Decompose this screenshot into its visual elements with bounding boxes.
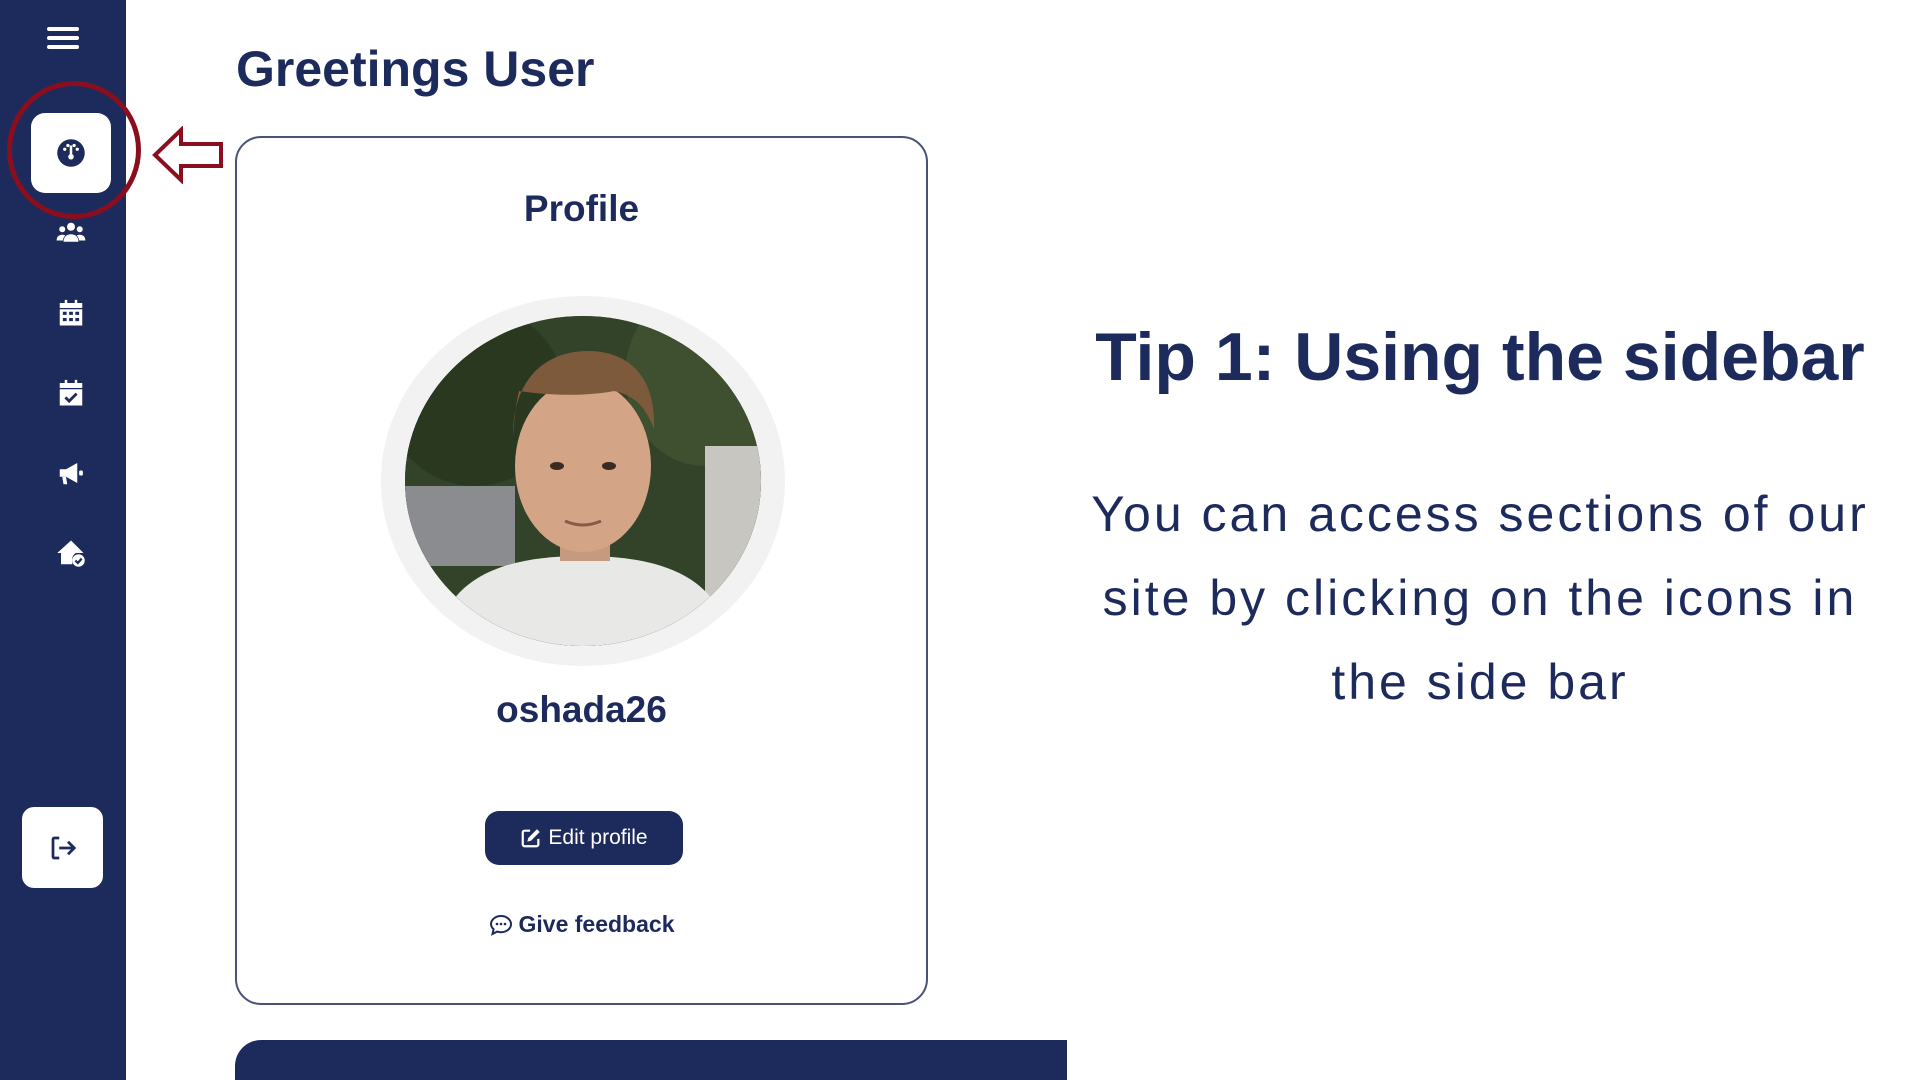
give-feedback-label: Give feedback — [518, 911, 675, 937]
tip-body: You can access sections of our site by c… — [1091, 486, 1869, 710]
edit-profile-label: Edit profile — [548, 826, 648, 849]
bottom-panel — [235, 1040, 1067, 1080]
give-feedback-link[interactable]: Give feedback — [237, 911, 926, 938]
highlight-circle — [7, 81, 141, 219]
username: oshada26 — [496, 689, 667, 730]
sidebar-item-announcements[interactable] — [31, 433, 111, 513]
calendar-icon — [59, 299, 83, 326]
profile-title: Profile — [523, 188, 640, 229]
sidebar-item-housing[interactable] — [31, 513, 111, 593]
chat-bubble-icon — [489, 914, 512, 936]
tip-title: Tip 1: Using the sidebar — [1095, 319, 1865, 395]
house-check-icon — [57, 540, 85, 567]
edit-profile-button[interactable]: Edit profile — [485, 811, 683, 865]
hamburger-menu-icon[interactable] — [47, 24, 79, 54]
sidebar-item-calendar-check[interactable] — [31, 353, 111, 433]
users-icon — [56, 222, 86, 242]
logout-icon — [51, 836, 76, 859]
page-title: Greetings User — [236, 41, 595, 97]
pointer-arrow-icon — [152, 126, 223, 184]
edit-icon — [522, 829, 541, 848]
sidebar-item-calendar[interactable] — [31, 273, 111, 353]
profile-card: Profile oshada26 Edit profile Give feedb… — [235, 136, 928, 1005]
logout-button[interactable] — [22, 807, 103, 888]
calendar-check-icon — [59, 379, 83, 406]
avatar — [405, 316, 761, 646]
megaphone-icon — [59, 463, 83, 485]
